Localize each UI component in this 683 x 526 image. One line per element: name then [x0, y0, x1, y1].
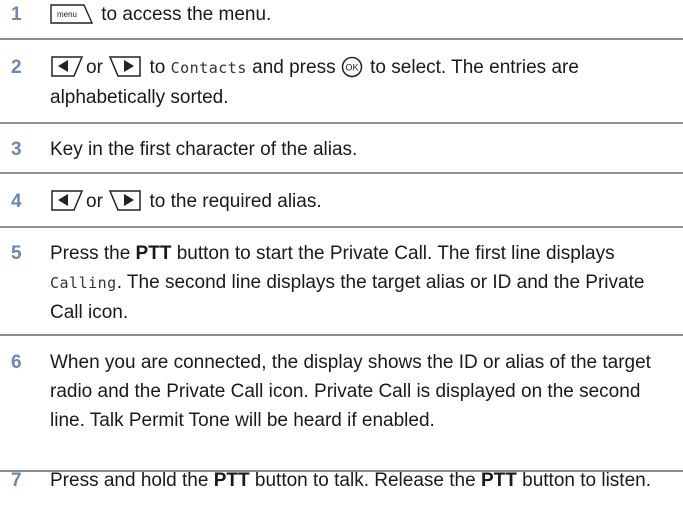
step-text-segment: Key in the first character of the alias.	[50, 139, 358, 160]
menu-key-icon: menu	[50, 3, 94, 25]
svg-text:menu: menu	[57, 10, 77, 19]
step-text-segment: When you are connected, the display show…	[50, 352, 651, 431]
step-text-segment: and press	[252, 57, 336, 78]
separator	[0, 334, 683, 336]
step-text-segment: or	[86, 57, 103, 78]
step-text-segment: button to talk. Release the	[254, 470, 476, 491]
ptt-label: PTT	[480, 470, 517, 491]
step-text-segment: to the required alias.	[149, 191, 322, 212]
separator	[0, 122, 683, 124]
step-number: 7	[11, 470, 22, 491]
step-text: or to Contacts and press OK to select. T…	[50, 53, 680, 112]
step-number: 6	[11, 352, 22, 373]
step-text: Press and hold the PTT button to talk. R…	[50, 466, 680, 495]
separator	[0, 226, 683, 228]
step-text: menu to access the menu.	[50, 0, 680, 29]
ptt-label: PTT	[135, 243, 172, 264]
step-text: Press the PTT button to start the Privat…	[50, 239, 680, 327]
svg-text:OK: OK	[345, 63, 358, 73]
left-arrow-key-icon	[50, 188, 84, 212]
lcd-text: Contacts	[170, 59, 247, 77]
ok-key-icon: OK	[341, 56, 363, 78]
step-text: Key in the first character of the alias.	[50, 135, 680, 164]
step-text-segment: button to listen.	[522, 470, 651, 491]
step-number: 1	[11, 4, 22, 25]
separator	[0, 38, 683, 40]
right-arrow-key-icon	[108, 188, 142, 212]
step-text-segment: button to start the Private Call. The fi…	[176, 243, 615, 264]
step-number: 5	[11, 243, 22, 264]
step-text-segment: to access the menu.	[101, 4, 272, 25]
right-arrow-key-icon	[108, 54, 142, 78]
step-text-segment: Press and hold the	[50, 470, 209, 491]
step-text: or to the required alias.	[50, 187, 680, 216]
step-text-segment: . The second line displays the target al…	[50, 272, 645, 323]
step-number: 2	[11, 57, 22, 78]
step-text-segment: to	[149, 57, 166, 78]
step-number: 3	[11, 139, 22, 160]
ptt-label: PTT	[213, 470, 250, 491]
instruction-steps: 1 menu to access the menu. 2 or to Conta…	[0, 0, 683, 526]
separator	[0, 172, 683, 174]
step-text: When you are connected, the display show…	[50, 348, 680, 435]
step-text-segment: Press the	[50, 243, 131, 264]
step-text-segment: or	[86, 191, 103, 212]
step-number: 4	[11, 191, 22, 212]
lcd-text: Calling	[50, 274, 117, 292]
left-arrow-key-icon	[50, 54, 84, 78]
